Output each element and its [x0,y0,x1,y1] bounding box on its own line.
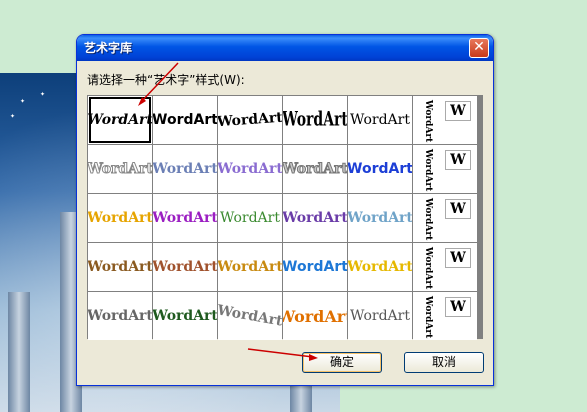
wordart-style-cell[interactable]: WordArt [218,292,282,340]
wordart-sample-text: WordArt [348,161,412,177]
vertical-wordart-text: WordArt [423,247,433,290]
wordart-sample-text: WordArt [218,161,282,177]
wordart-style-cell[interactable]: WordArt [153,292,217,340]
wordart-style-cell[interactable]: WordArt [283,96,347,144]
vertical-wordart-text: WordArt [423,296,433,339]
wordart-sample-text: WordArt [283,161,347,178]
wordart-sample-text: WordArt [153,308,217,324]
wordart-style-cell[interactable]: WordArt [218,194,282,242]
wordart-style-cell[interactable]: WordArt [88,292,152,340]
title-bar[interactable]: 艺术字库 ✕ [77,35,493,61]
wordart-sample-text: WordArt [283,306,347,326]
wordart-preview-letter: W [445,101,471,121]
wordart-style-cell[interactable]: WordArt [153,145,217,193]
wordart-sample-text: WordArt [153,259,217,275]
wordart-sample-text: WordArt [348,210,412,226]
close-icon: ✕ [473,39,485,55]
wordart-style-cell[interactable]: WordArt [88,194,152,242]
vertical-wordart-text: WordArt [423,198,433,241]
wordart-style-cell[interactable]: WordArt [218,243,282,291]
star-sparkle: ✦ [10,113,16,120]
wordart-sample-text: WordArt [88,161,152,178]
wordart-style-cell[interactable]: WordArt [348,292,412,340]
wordart-style-cell[interactable]: WordArt [153,96,217,144]
wordart-style-cell[interactable]: WordArt W [413,96,477,144]
close-button[interactable]: ✕ [469,38,489,58]
wordart-sample-text: WordArt [153,112,217,128]
wordart-style-cell[interactable]: WordArt [153,243,217,291]
wordart-sample-text: WordArt [350,112,410,128]
wordart-style-grid: WordArt WordArt WordArt WordArt WordArt WordA… [87,95,483,340]
wordart-sample-text: WordArt [218,259,282,275]
wordart-sample-text: WordArt [218,109,282,131]
wordart-sample-text: WordArt [283,259,347,275]
wordart-style-cell[interactable]: WordArt [218,96,282,144]
wordart-style-cell[interactable]: WordArt [88,96,152,144]
wordart-style-cell[interactable]: WordArt [283,292,347,340]
wordart-sample-text: WordArt [283,210,347,226]
wordart-style-cell[interactable]: WordArt [153,194,217,242]
wordart-sample-text: WordArt [88,210,152,226]
wordart-style-cell[interactable]: WordArt [348,243,412,291]
wordart-style-cell[interactable]: WordArt [348,145,412,193]
cancel-button[interactable]: 取消 [404,352,484,373]
wordart-sample-text: WordArt [88,112,152,128]
wordart-sample-text: WordArt [220,210,280,226]
wordart-style-cell[interactable]: WordArt [283,145,347,193]
wordart-style-cell[interactable]: WordArt W [413,194,477,242]
wordart-style-cell[interactable]: WordArt [283,194,347,242]
vertical-wordart-text: WordArt [423,149,433,192]
wordart-preview-letter: W [445,199,471,219]
wordart-style-cell[interactable]: WordArt W [413,292,477,340]
wordart-sample-text: WordArt [153,210,217,226]
star-sparkle: ✦ [20,98,26,105]
wordart-style-cell[interactable]: WordArt [348,96,412,144]
wordart-style-cell[interactable]: WordArt [88,243,152,291]
wordart-preview-letter: W [445,297,471,317]
wordart-style-cell[interactable]: WordArt [218,145,282,193]
wordart-style-cell[interactable]: WordArt W [413,145,477,193]
wordart-style-cell[interactable]: WordArt W [413,243,477,291]
background-column [8,292,30,412]
wordart-sample-text: WordArt [350,308,410,324]
vertical-wordart-text: WordArt [423,100,433,143]
wordart-sample-text: WordArt [88,308,152,324]
style-prompt-label: 请选择一种“艺术字”样式(W): [87,73,245,87]
star-sparkle: ✦ [40,91,46,98]
wordart-sample-text: WordArt [153,161,217,177]
wordart-gallery-dialog: 艺术字库 ✕ 请选择一种“艺术字”样式(W): WordArt WordArt Wo… [76,34,494,386]
wordart-style-cell[interactable]: WordArt [283,243,347,291]
wordart-preview-letter: W [445,150,471,170]
wordart-preview-letter: W [445,248,471,268]
wordart-sample-text: WordArt [283,108,347,132]
wordart-style-cell[interactable]: WordArt [348,194,412,242]
wordart-sample-text: WordArt [88,259,152,275]
wordart-sample-text: WordArt [348,259,412,275]
wordart-style-cell[interactable]: WordArt [88,145,152,193]
wordart-sample-text: WordArt [218,302,282,330]
dialog-title: 艺术字库 [84,41,133,55]
ok-button[interactable]: 确定 [302,352,382,373]
